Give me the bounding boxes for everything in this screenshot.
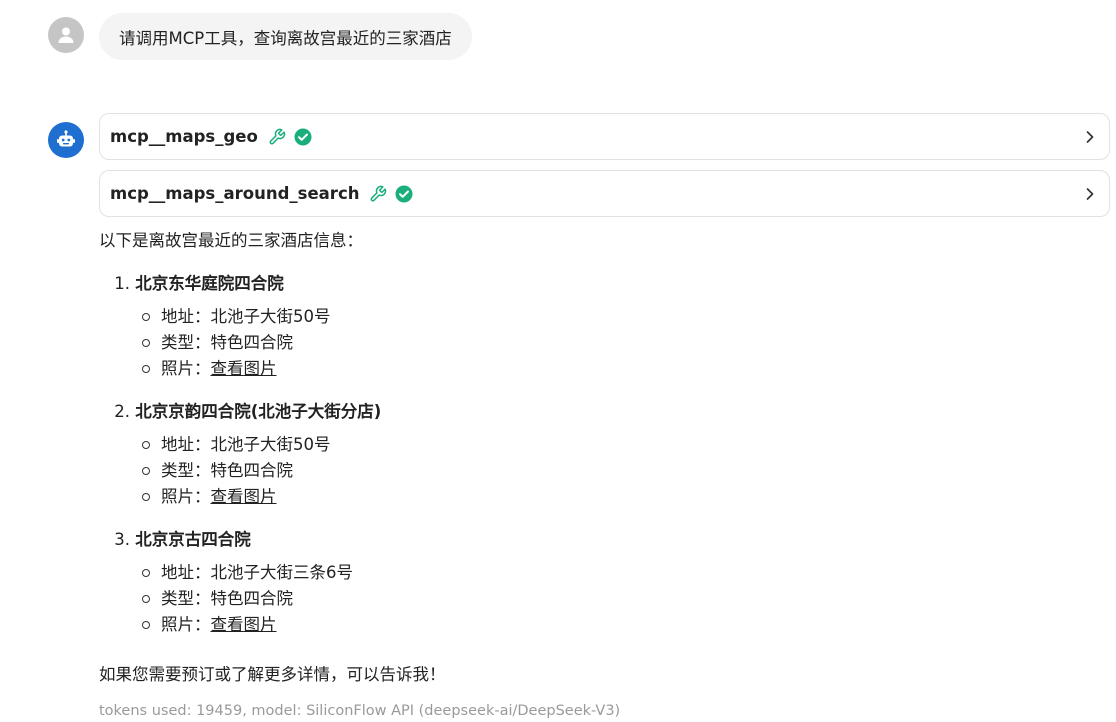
detail-value: 特色四合院 <box>210 333 294 352</box>
hotel-name: 北京京韵四合院(北池子大街分店) <box>135 402 382 421</box>
reply-closing: 如果您需要预订或了解更多详情，可以告诉我！ <box>99 665 446 684</box>
bullet-icon <box>142 621 150 629</box>
hotel-name: 北京京古四合院 <box>135 530 251 549</box>
list-number: 3. <box>114 530 130 549</box>
user-message-bubble: 请调用MCP工具，查询离故宫最近的三家酒店 <box>99 13 472 60</box>
detail-value: 北池子大街50号 <box>210 307 331 326</box>
tool-call-maps-geo[interactable]: mcp__maps_geo <box>99 113 1110 160</box>
success-check-icon <box>395 185 413 203</box>
bullet-icon <box>142 339 150 347</box>
tool-call-maps-around-search[interactable]: mcp__maps_around_search <box>99 170 1110 217</box>
detail-type: 类型：特色四合院 <box>99 586 1099 612</box>
bullet-icon <box>142 493 150 501</box>
detail-address: 地址：北池子大街三条6号 <box>99 560 1099 586</box>
list-item: 1. 北京东华庭院四合院 地址：北池子大街50号 类型：特色四合院 照片：查看图… <box>99 271 1099 382</box>
detail-label: 照片： <box>161 487 211 506</box>
bullet-icon <box>142 365 150 373</box>
tool-call-name: mcp__maps_around_search <box>110 184 360 203</box>
detail-address: 地址：北池子大街50号 <box>99 304 1099 330</box>
assistant-avatar <box>48 122 84 158</box>
assistant-message: 以下是离故宫最近的三家酒店信息： 1. 北京东华庭院四合院 地址：北池子大街50… <box>99 228 1099 722</box>
detail-type: 类型：特色四合院 <box>99 458 1099 484</box>
detail-value: 北池子大街三条6号 <box>210 563 354 582</box>
hotel-list: 1. 北京东华庭院四合院 地址：北池子大街50号 类型：特色四合院 照片：查看图… <box>99 271 1099 638</box>
chevron-right-icon[interactable] <box>1083 187 1097 201</box>
token-usage-info: tokens used: 19459, model: SiliconFlow A… <box>99 703 621 719</box>
detail-photo: 照片：查看图片 <box>99 484 1099 510</box>
success-check-icon <box>294 128 312 146</box>
bullet-icon <box>142 467 150 475</box>
detail-label: 类型： <box>161 589 211 608</box>
hotel-name: 北京东华庭院四合院 <box>135 274 284 293</box>
user-icon <box>58 27 74 43</box>
robot-icon <box>57 130 75 147</box>
list-number: 2. <box>114 402 130 421</box>
chevron-right-icon[interactable] <box>1083 130 1097 144</box>
hotel-details: 地址：北池子大街三条6号 类型：特色四合院 照片：查看图片 <box>99 560 1099 638</box>
list-number: 1. <box>114 274 130 293</box>
bullet-icon <box>142 441 150 449</box>
detail-value: 北池子大街50号 <box>210 435 331 454</box>
detail-photo: 照片：查看图片 <box>99 612 1099 638</box>
bullet-icon <box>142 569 150 577</box>
view-photo-link[interactable]: 查看图片 <box>211 615 277 634</box>
detail-label: 地址： <box>161 435 211 454</box>
user-avatar <box>48 17 84 53</box>
hotel-title: 1. 北京东华庭院四合院 <box>99 271 1099 297</box>
detail-label: 地址： <box>161 563 211 582</box>
view-photo-link[interactable]: 查看图片 <box>211 359 277 378</box>
wrench-icon <box>369 185 387 203</box>
bullet-icon <box>142 313 150 321</box>
hotel-title: 3. 北京京古四合院 <box>99 527 1099 553</box>
detail-label: 照片： <box>161 359 211 378</box>
view-photo-link[interactable]: 查看图片 <box>211 487 277 506</box>
detail-label: 类型： <box>161 333 211 352</box>
wrench-icon <box>268 128 286 146</box>
bullet-icon <box>142 595 150 603</box>
reply-intro: 以下是离故宫最近的三家酒店信息： <box>99 231 363 250</box>
detail-value: 特色四合院 <box>210 589 294 608</box>
list-item: 2. 北京京韵四合院(北池子大街分店) 地址：北池子大街50号 类型：特色四合院… <box>99 399 1099 510</box>
detail-label: 地址： <box>161 307 211 326</box>
detail-value: 特色四合院 <box>210 461 294 480</box>
detail-label: 类型： <box>161 461 211 480</box>
user-message-text: 请调用MCP工具，查询离故宫最近的三家酒店 <box>119 28 452 48</box>
hotel-details: 地址：北池子大街50号 类型：特色四合院 照片：查看图片 <box>99 304 1099 382</box>
tool-call-name: mcp__maps_geo <box>110 127 258 146</box>
detail-type: 类型：特色四合院 <box>99 330 1099 356</box>
hotel-title: 2. 北京京韵四合院(北池子大街分店) <box>99 399 1099 425</box>
list-item: 3. 北京京古四合院 地址：北池子大街三条6号 类型：特色四合院 照片：查看图片 <box>99 527 1099 638</box>
hotel-details: 地址：北池子大街50号 类型：特色四合院 照片：查看图片 <box>99 432 1099 510</box>
detail-photo: 照片：查看图片 <box>99 356 1099 382</box>
detail-label: 照片： <box>161 615 211 634</box>
detail-address: 地址：北池子大街50号 <box>99 432 1099 458</box>
